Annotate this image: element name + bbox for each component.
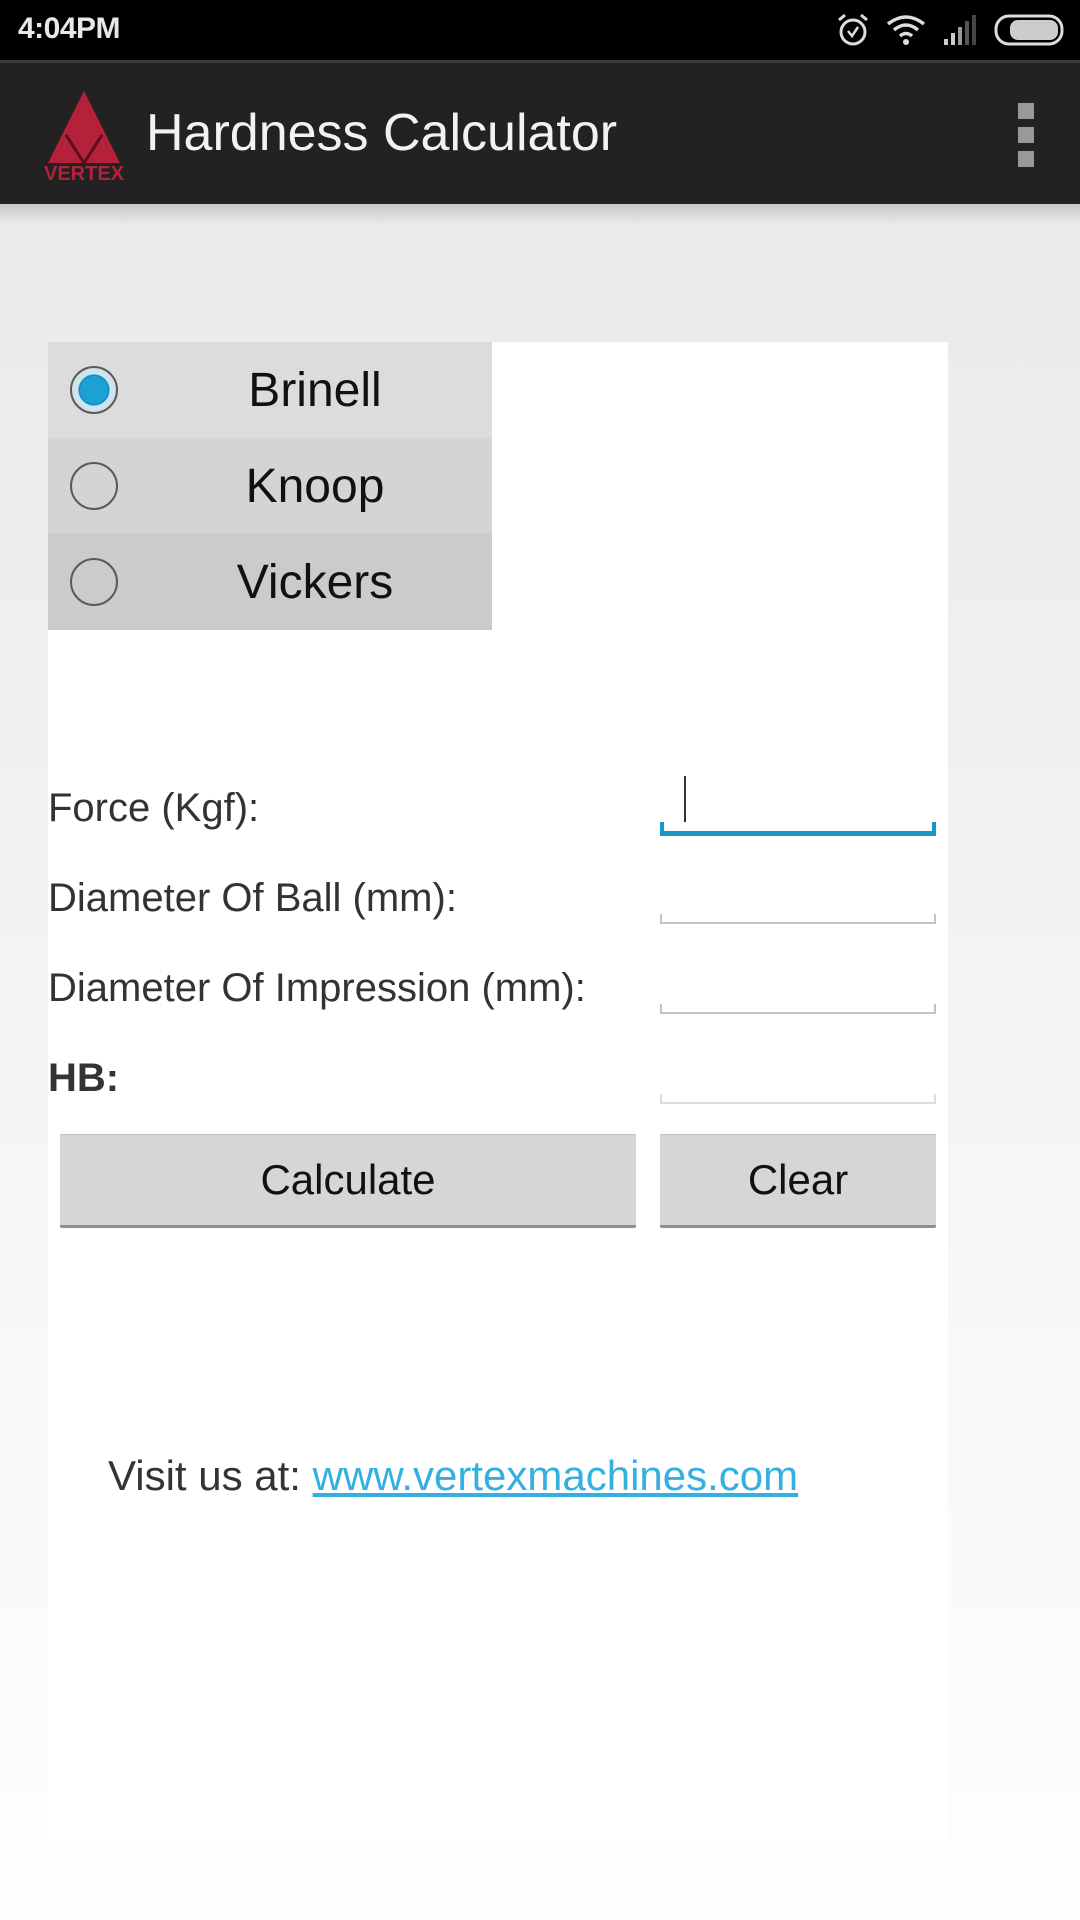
radio-label: Vickers: [236, 555, 394, 609]
signal-icon: [944, 15, 976, 45]
wifi-icon: [886, 15, 926, 45]
radio-vickers[interactable]: Vickers: [48, 534, 492, 630]
app-title: Hardness Calculator: [146, 104, 618, 162]
radio-label: Knoop: [245, 459, 385, 513]
battery-icon: [994, 14, 1064, 46]
force-label: Force (Kgf):: [48, 786, 260, 830]
action-bar-shadow: [0, 204, 1080, 224]
more-vert-icon[interactable]: [1018, 103, 1038, 167]
ball-diameter-input[interactable]: [660, 864, 936, 924]
impression-diameter-label: Diameter Of Impression (mm):: [48, 966, 586, 1010]
hardness-type-radio-group: Brinell Knoop Vickers: [48, 342, 492, 630]
hb-label: HB:: [48, 1056, 120, 1100]
text-caret: [684, 776, 686, 822]
radio-brinell[interactable]: Brinell: [48, 342, 492, 438]
status-time: 4:04PM: [18, 12, 121, 45]
force-input[interactable]: [660, 776, 936, 836]
status-icons: [836, 10, 1066, 50]
action-bar: VERTEX Hardness Calculator: [0, 60, 1080, 204]
force-field[interactable]: [660, 776, 936, 836]
impression-diameter-input[interactable]: [660, 954, 936, 1014]
footer-prefix: Visit us at:: [108, 1452, 313, 1499]
website-link[interactable]: www.vertexmachines.com: [313, 1452, 798, 1499]
hb-result-field: [660, 1044, 936, 1104]
impression-diameter-field[interactable]: [660, 954, 936, 1014]
ball-diameter-field[interactable]: [660, 864, 936, 924]
logo-text: VERTEX: [44, 163, 125, 183]
alarm-icon: [838, 13, 868, 46]
calculate-button[interactable]: Calculate: [60, 1134, 636, 1228]
status-bar: 4:04PM: [0, 0, 1080, 60]
vertex-logo-icon[interactable]: VERTEX: [36, 87, 132, 183]
clear-button[interactable]: Clear: [660, 1134, 936, 1228]
radio-label: Brinell: [248, 363, 382, 417]
hb-result-value: [660, 1044, 936, 1104]
radio-knoop[interactable]: Knoop: [48, 438, 492, 534]
footer-text: Visit us at: www.vertexmachines.com: [108, 1452, 798, 1500]
ball-diameter-label: Diameter Of Ball (mm):: [48, 876, 457, 920]
calculator-card: Brinell Knoop Vickers Force (Kgf): Diame…: [48, 342, 948, 1842]
